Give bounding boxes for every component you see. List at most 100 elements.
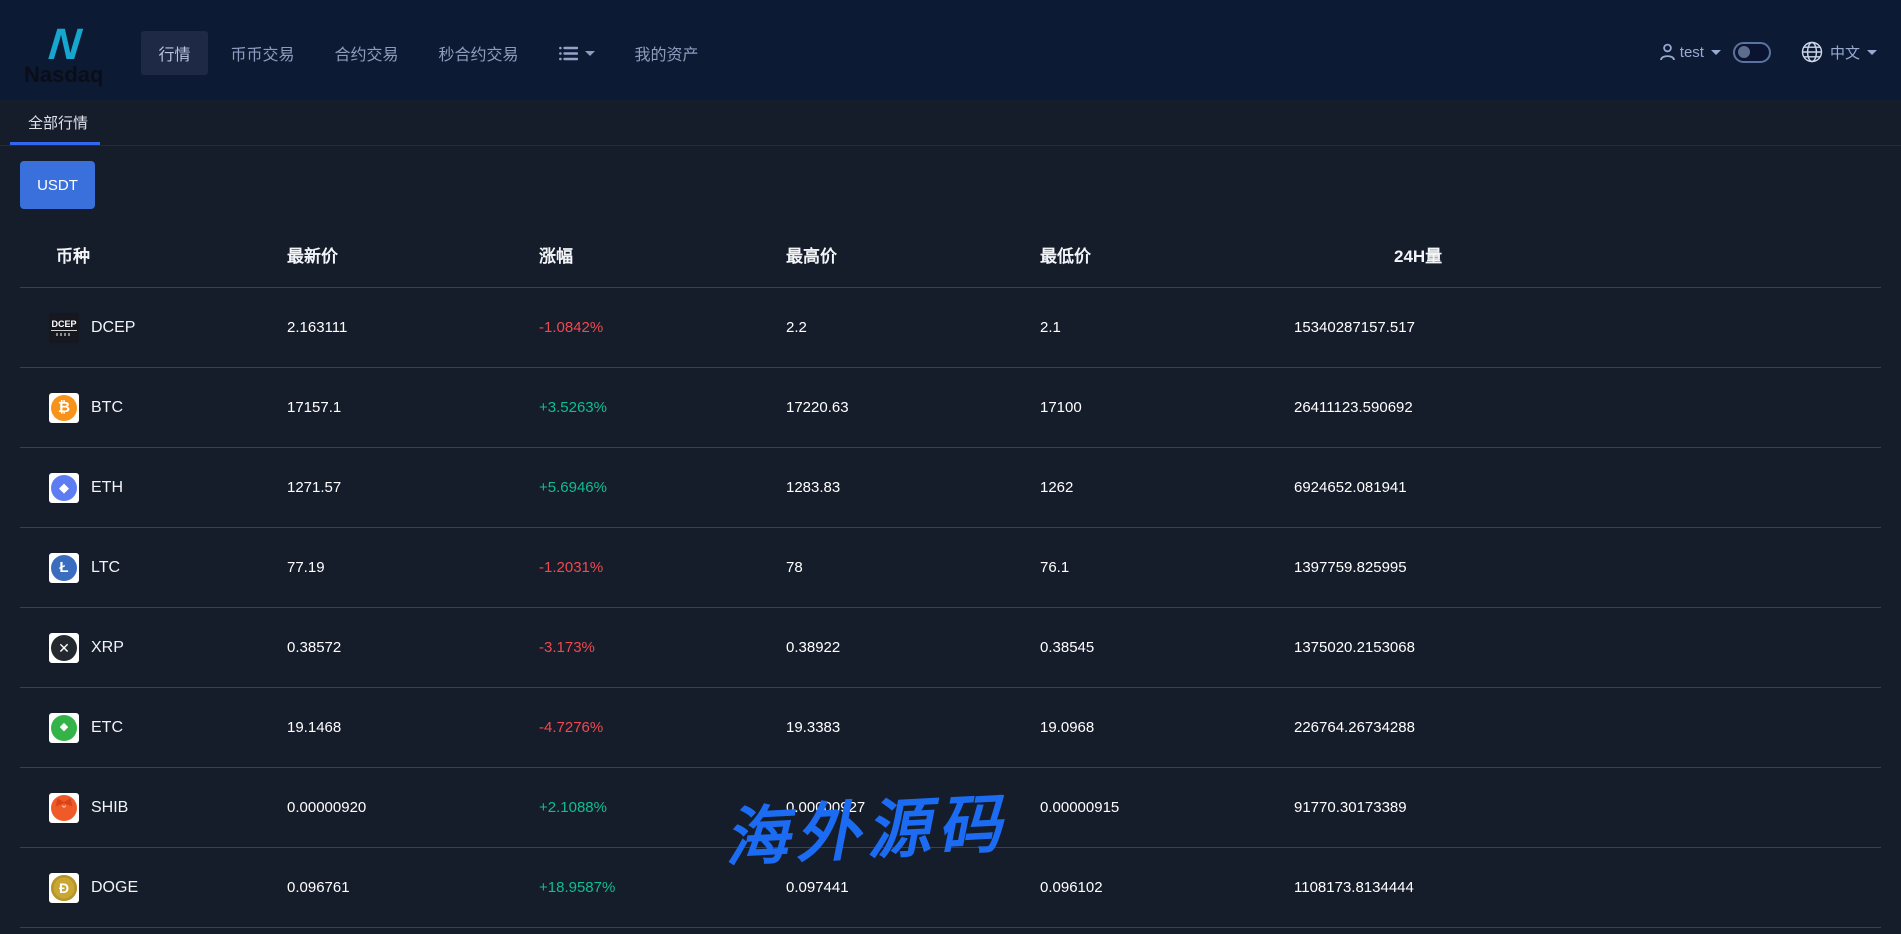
coin-cell: ◆ ETH xyxy=(20,473,287,503)
coin-name: SHIB xyxy=(91,799,128,817)
doge-coin-icon: Ð xyxy=(49,873,79,903)
toggle-knob xyxy=(1738,46,1750,58)
brand-logo[interactable]: N Nasdaq xyxy=(24,24,103,86)
coin-cell: ₿ BTC xyxy=(20,393,287,423)
coin-cell: ✕ XRP xyxy=(20,633,287,663)
table-header: 币种 最新价 涨幅 最高价 最低价 24H量 xyxy=(20,222,1881,288)
volume-24h: 6924652.081941 xyxy=(1294,479,1881,496)
low-price: 17100 xyxy=(1040,399,1294,416)
change-percent: +18.9587% xyxy=(539,879,786,896)
coin-cell: Ł LTC xyxy=(20,553,287,583)
change-percent: -3.173% xyxy=(539,639,786,656)
high-price: 17220.63 xyxy=(786,399,1040,416)
change-percent: +2.1088% xyxy=(539,799,786,816)
high-price: 0.097441 xyxy=(786,879,1040,896)
table-row[interactable]: ✕ XRP 0.38572 -3.173% 0.38922 0.38545 13… xyxy=(20,608,1881,688)
user-icon xyxy=(1659,43,1676,61)
chevron-down-icon xyxy=(1867,50,1877,60)
market-table: 币种 最新价 涨幅 最高价 最低价 24H量 DCEP DCEP 2.16311… xyxy=(20,222,1881,928)
volume-24h: 1375020.2153068 xyxy=(1294,639,1881,656)
column-header-low: 最低价 xyxy=(1040,242,1294,267)
latest-price: 0.00000920 xyxy=(287,799,539,816)
coin-cell: Ð DOGE xyxy=(20,873,287,903)
low-price: 19.0968 xyxy=(1040,719,1294,736)
table-row[interactable]: ◆ ETH 1271.57 +5.6946% 1283.83 1262 6924… xyxy=(20,448,1881,528)
latest-price: 0.096761 xyxy=(287,879,539,896)
language-menu[interactable]: 中文 xyxy=(1801,41,1877,63)
chevron-down-icon xyxy=(1711,50,1721,60)
low-price: 2.1 xyxy=(1040,319,1294,336)
column-header-coin: 币种 xyxy=(20,242,287,267)
table-row[interactable]: Ð DOGE 0.096761 +18.9587% 0.097441 0.096… xyxy=(20,848,1881,928)
user-menu[interactable]: test xyxy=(1659,43,1721,61)
brand-logo-icon: N xyxy=(47,24,81,66)
nav-item-my-assets[interactable]: 我的资产 xyxy=(618,31,716,75)
change-percent: -1.2031% xyxy=(539,559,786,576)
change-percent: -4.7276% xyxy=(539,719,786,736)
theme-toggle[interactable] xyxy=(1733,42,1771,63)
eth-coin-icon: ◆ xyxy=(49,473,79,503)
nav-item-list-menu[interactable] xyxy=(542,36,612,71)
username: test xyxy=(1680,44,1704,61)
volume-24h: 1108173.8134444 xyxy=(1294,879,1881,896)
shib-coin-icon: ᵕ xyxy=(49,793,79,823)
language-label: 中文 xyxy=(1830,42,1860,63)
volume-24h: 226764.26734288 xyxy=(1294,719,1881,736)
top-navbar: N Nasdaq 行情 币币交易 合约交易 秒合约交易 我的资产 tes xyxy=(0,0,1901,100)
navbar-right: test 中文 xyxy=(1659,41,1877,63)
coin-name: ETH xyxy=(91,479,123,497)
coin-name: ETC xyxy=(91,719,123,737)
column-header-high: 最高价 xyxy=(786,242,1040,267)
low-price: 1262 xyxy=(1040,479,1294,496)
latest-price: 19.1468 xyxy=(287,719,539,736)
low-price: 0.38545 xyxy=(1040,639,1294,656)
latest-price: 77.19 xyxy=(287,559,539,576)
high-price: 19.3383 xyxy=(786,719,1040,736)
coin-name: LTC xyxy=(91,559,120,577)
table-body: DCEP DCEP 2.163111 -1.0842% 2.2 2.1 1534… xyxy=(20,288,1881,928)
nav-item-spot-trade[interactable]: 币币交易 xyxy=(214,31,312,75)
volume-24h: 1397759.825995 xyxy=(1294,559,1881,576)
low-price: 76.1 xyxy=(1040,559,1294,576)
dcep-coin-icon: DCEP xyxy=(49,313,79,343)
column-header-latest-price: 最新价 xyxy=(287,242,539,267)
change-percent: -1.0842% xyxy=(539,319,786,336)
low-price: 0.00000915 xyxy=(1040,799,1294,816)
latest-price: 2.163111 xyxy=(287,319,539,336)
coin-name: BTC xyxy=(91,399,123,417)
high-price: 1283.83 xyxy=(786,479,1040,496)
coin-name: DOGE xyxy=(91,879,138,897)
nav-item-contract-trade[interactable]: 合约交易 xyxy=(318,31,416,75)
table-row[interactable]: Ł LTC 77.19 -1.2031% 78 76.1 1397759.825… xyxy=(20,528,1881,608)
xrp-coin-icon: ✕ xyxy=(49,633,79,663)
latest-price: 1271.57 xyxy=(287,479,539,496)
column-header-volume: 24H量 xyxy=(1294,242,1881,267)
coin-cell: ◆ ETC xyxy=(20,713,287,743)
globe-icon xyxy=(1801,41,1823,63)
high-price: 2.2 xyxy=(786,319,1040,336)
tab-bar: 全部行情 xyxy=(0,100,1901,146)
nav-item-market[interactable]: 行情 xyxy=(141,31,207,75)
latest-price: 17157.1 xyxy=(287,399,539,416)
high-price: 0.00000927 xyxy=(786,799,1040,816)
coin-name: DCEP xyxy=(91,319,135,337)
coin-name: XRP xyxy=(91,639,124,657)
tab-all-markets[interactable]: 全部行情 xyxy=(28,100,88,145)
btc-coin-icon: ₿ xyxy=(49,393,79,423)
change-percent: +3.5263% xyxy=(539,399,786,416)
high-price: 0.38922 xyxy=(786,639,1040,656)
table-row[interactable]: ₿ BTC 17157.1 +3.5263% 17220.63 17100 26… xyxy=(20,368,1881,448)
nav-item-second-contract-trade[interactable]: 秒合约交易 xyxy=(422,31,536,75)
table-row[interactable]: ◆ ETC 19.1468 -4.7276% 19.3383 19.0968 2… xyxy=(20,688,1881,768)
tab-label: 全部行情 xyxy=(28,112,88,133)
volume-24h: 26411123.590692 xyxy=(1294,399,1881,416)
etc-coin-icon: ◆ xyxy=(49,713,79,743)
chevron-down-icon xyxy=(585,51,595,61)
table-row[interactable]: ᵕ SHIB 0.00000920 +2.1088% 0.00000927 0.… xyxy=(20,768,1881,848)
market-content: USDT 币种 最新价 涨幅 最高价 最低价 24H量 DCEP DCEP 2.… xyxy=(0,146,1901,928)
table-row[interactable]: DCEP DCEP 2.163111 -1.0842% 2.2 2.1 1534… xyxy=(20,288,1881,368)
ltc-coin-icon: Ł xyxy=(49,553,79,583)
usdt-filter-button[interactable]: USDT xyxy=(20,161,95,209)
coin-cell: ᵕ SHIB xyxy=(20,793,287,823)
volume-24h: 15340287157.517 xyxy=(1294,319,1881,336)
